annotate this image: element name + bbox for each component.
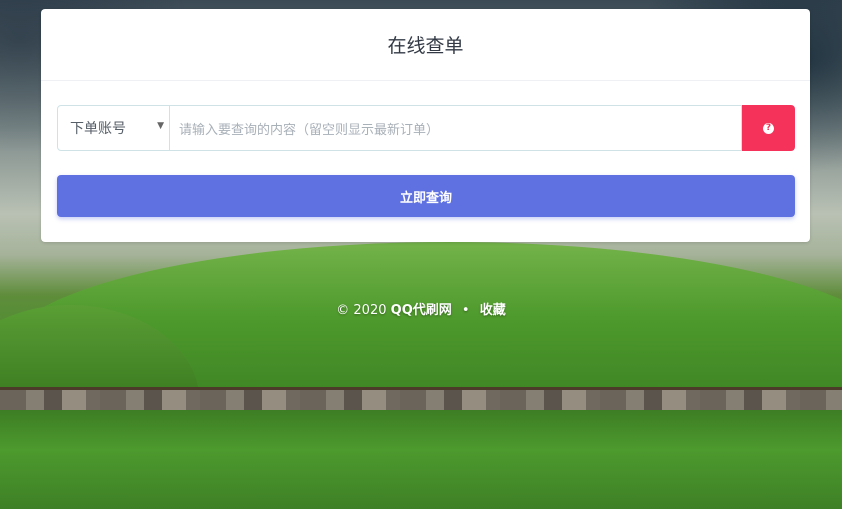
site-name-link[interactable]: QQ代刷网 (391, 303, 452, 318)
question-circle-icon: ? (763, 122, 774, 134)
search-row: 下单账号 ▼ 请输入要查询的内容（留空则显示最新订单） ? (57, 105, 795, 151)
search-placeholder: 请输入要查询的内容（留空则显示最新订单） (179, 122, 440, 138)
query-button[interactable]: 立即查询 (57, 175, 795, 217)
bookmark-link[interactable]: 收藏 (480, 303, 506, 318)
card-header: 在线查单 (41, 9, 810, 81)
footer: © 2020 QQ代刷网 • 收藏 (0, 299, 842, 318)
query-card: 在线查单 下单账号 ▼ 请输入要查询的内容（留空则显示最新订单） ? 立即查询 (41, 9, 810, 242)
copyright-text: © 2020 (336, 303, 387, 318)
dropdown-arrow-icon: ▼ (157, 121, 164, 131)
query-type-value: 下单账号 (70, 121, 126, 137)
page-title: 在线查单 (387, 35, 464, 57)
search-input[interactable]: 请输入要查询的内容（留空则显示最新订单） (170, 105, 742, 151)
grass-field (0, 410, 842, 509)
query-type-select[interactable]: 下单账号 ▼ (57, 105, 170, 151)
footer-separator: • (461, 303, 470, 318)
help-button[interactable]: ? (742, 105, 795, 151)
